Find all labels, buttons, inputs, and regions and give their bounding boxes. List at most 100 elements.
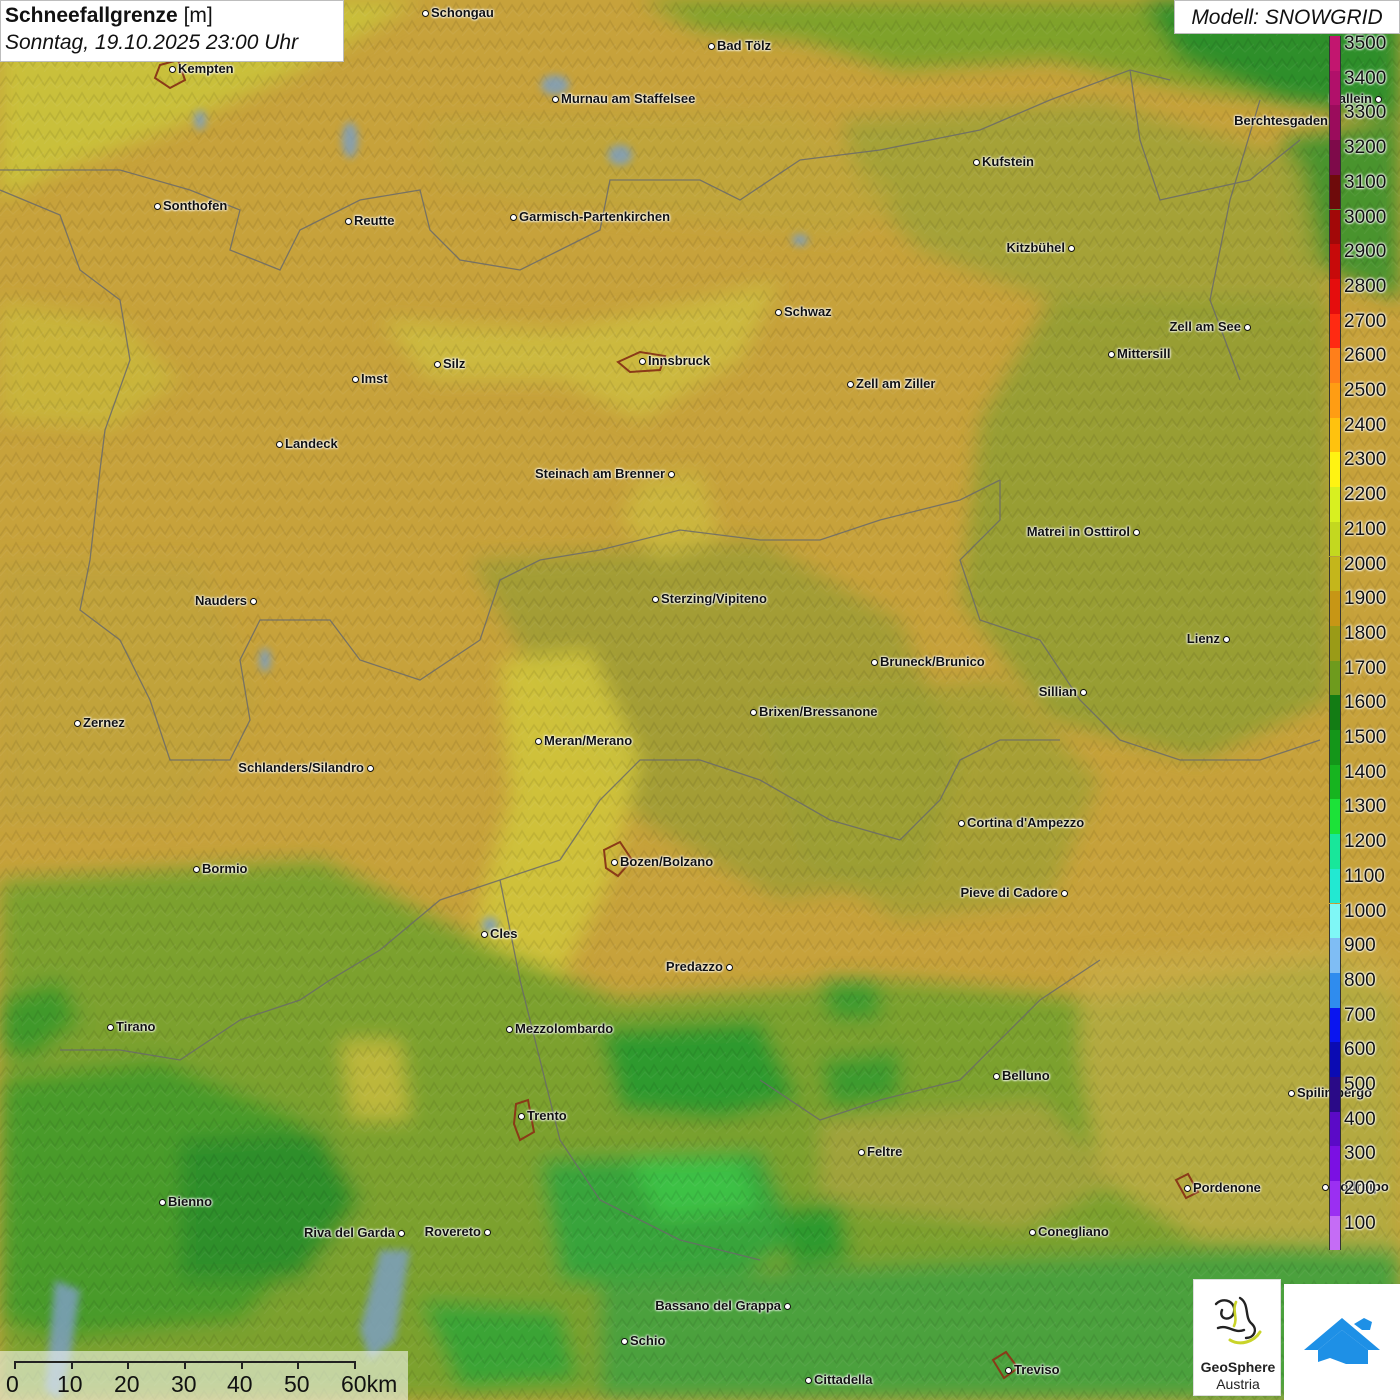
scale-label: 30 — [171, 1371, 197, 1397]
map-title-main: Schneefallgrenze — [5, 4, 178, 27]
place-label: Nauders — [194, 593, 247, 608]
legend-swatch — [1329, 209, 1341, 245]
legend-label: 1600 — [1344, 692, 1387, 714]
place-label: Treviso — [1014, 1362, 1060, 1377]
legend-label: 1700 — [1344, 657, 1387, 679]
place-label: Schlanders/Silandro — [238, 760, 364, 775]
place-label: Sonthofen — [163, 198, 228, 213]
legend-swatch — [1329, 1181, 1341, 1216]
legend-swatch — [1329, 174, 1341, 210]
legend-swatch — [1329, 383, 1341, 418]
legend-swatch — [1329, 487, 1341, 522]
legend-swatch — [1329, 834, 1341, 869]
scale-label: 50 — [284, 1371, 310, 1397]
place-marker — [1222, 635, 1230, 643]
legend-swatch — [1329, 556, 1341, 592]
legend-swatch — [1329, 938, 1341, 973]
place-label: Bozen/Bolzano — [620, 854, 714, 869]
geosphere-logo[interactable]: GeoSphere Austria — [1193, 1279, 1281, 1396]
scale-bar: 0 10 20 30 40 50 60km — [0, 1351, 408, 1400]
title-box: Schneefallgrenze [m] Sonntag, 19.10.2025… — [0, 0, 344, 62]
legend-swatch — [1329, 1077, 1341, 1112]
place-label: Pieve di Cadore — [960, 885, 1058, 900]
scale-label: 0 — [6, 1371, 19, 1397]
place-label: Bassano del Grappa — [655, 1298, 781, 1313]
place-marker — [1028, 1228, 1036, 1236]
place-marker — [1060, 889, 1068, 897]
legend-swatch — [1329, 521, 1341, 557]
place-marker — [517, 1112, 525, 1120]
place-label: Rovereto — [424, 1224, 481, 1239]
legend-label: 2800 — [1344, 275, 1387, 297]
legend-swatch — [1329, 799, 1341, 835]
place-marker — [667, 470, 675, 478]
legend-label: 900 — [1344, 935, 1376, 957]
legend-label: 100 — [1344, 1212, 1376, 1234]
partner-logo[interactable] — [1284, 1284, 1400, 1400]
scale-tick — [354, 1361, 356, 1369]
place-label: Riva del Garda — [303, 1225, 395, 1240]
place-marker — [249, 597, 257, 605]
place-marker — [106, 1023, 114, 1031]
scale-tick — [71, 1361, 73, 1369]
place-marker — [610, 858, 618, 866]
place-marker — [158, 1198, 166, 1206]
place-label: Innsbruck — [648, 353, 711, 368]
place-label: Kempten — [178, 61, 234, 76]
snowline-map[interactable]: Schongau Bad Tölz Kempten Murnau am Staffel… — [0, 0, 1400, 1400]
place-marker — [957, 819, 965, 827]
legend-label: 2500 — [1344, 380, 1387, 401]
place-label: Meran/Merano — [544, 733, 633, 748]
legend-label: 1000 — [1344, 900, 1387, 922]
legend-label: 3500 — [1344, 33, 1387, 54]
place-marker — [509, 213, 517, 221]
legend-swatch — [1329, 625, 1341, 661]
place-marker — [1321, 1183, 1329, 1191]
place-label: Zernez — [83, 715, 125, 730]
place-marker — [846, 380, 854, 388]
legend-swatch — [1329, 70, 1341, 106]
color-legend: 3500 3400 3300 3200 3100 3000 2900 2800 2700 2600… — [1329, 33, 1400, 1251]
place-marker — [857, 1148, 865, 1156]
place-label: Lienz — [1186, 631, 1220, 646]
place-label: Schongau — [431, 5, 494, 20]
legend-swatch — [1329, 1111, 1341, 1147]
place-marker — [1067, 244, 1075, 252]
legend-swatch — [1329, 140, 1341, 175]
legend-label: 200 — [1344, 1178, 1376, 1200]
legend-label: 2200 — [1344, 484, 1387, 506]
place-marker — [1243, 323, 1251, 331]
place-marker — [153, 202, 161, 210]
legend-swatch — [1329, 348, 1341, 383]
place-label: Schwaz — [784, 304, 832, 319]
place-marker — [1183, 1184, 1191, 1192]
place-marker — [620, 1337, 628, 1345]
place-label: Trento — [527, 1108, 567, 1123]
place-marker — [992, 1072, 1000, 1080]
place-marker — [804, 1376, 812, 1384]
legend-swatch — [1329, 244, 1341, 279]
legend-label: 1400 — [1344, 761, 1387, 783]
place-label: Predazzo — [665, 959, 723, 974]
place-label: Brixen/Bressanone — [759, 704, 878, 719]
scale-label: 40 — [227, 1371, 253, 1397]
place-label: Bormio — [202, 861, 248, 876]
legend-label: 600 — [1344, 1039, 1376, 1061]
place-label: Garmisch-Partenkirchen — [519, 209, 671, 224]
place-marker — [1004, 1366, 1012, 1374]
map-datetime: Sonntag, 19.10.2025 23:00 Uhr — [5, 31, 299, 54]
map-title: Schneefallgrenze [m] — [5, 3, 339, 29]
legend-label: 3400 — [1344, 67, 1387, 89]
legend-label: 1800 — [1344, 622, 1387, 644]
place-label: Sterzing/Vipiteno — [661, 591, 767, 606]
legend-swatch — [1329, 36, 1341, 71]
place-label: Matrei in Osttirol — [1026, 524, 1130, 539]
place-marker — [749, 708, 757, 716]
scale-tick — [184, 1361, 186, 1369]
legend-swatch — [1329, 1007, 1341, 1043]
legend-swatch — [1329, 417, 1341, 453]
place-label: Murnau am Staffelsee — [561, 91, 696, 106]
place-marker — [505, 1025, 513, 1033]
place-marker — [534, 737, 542, 745]
place-marker — [1079, 688, 1087, 696]
